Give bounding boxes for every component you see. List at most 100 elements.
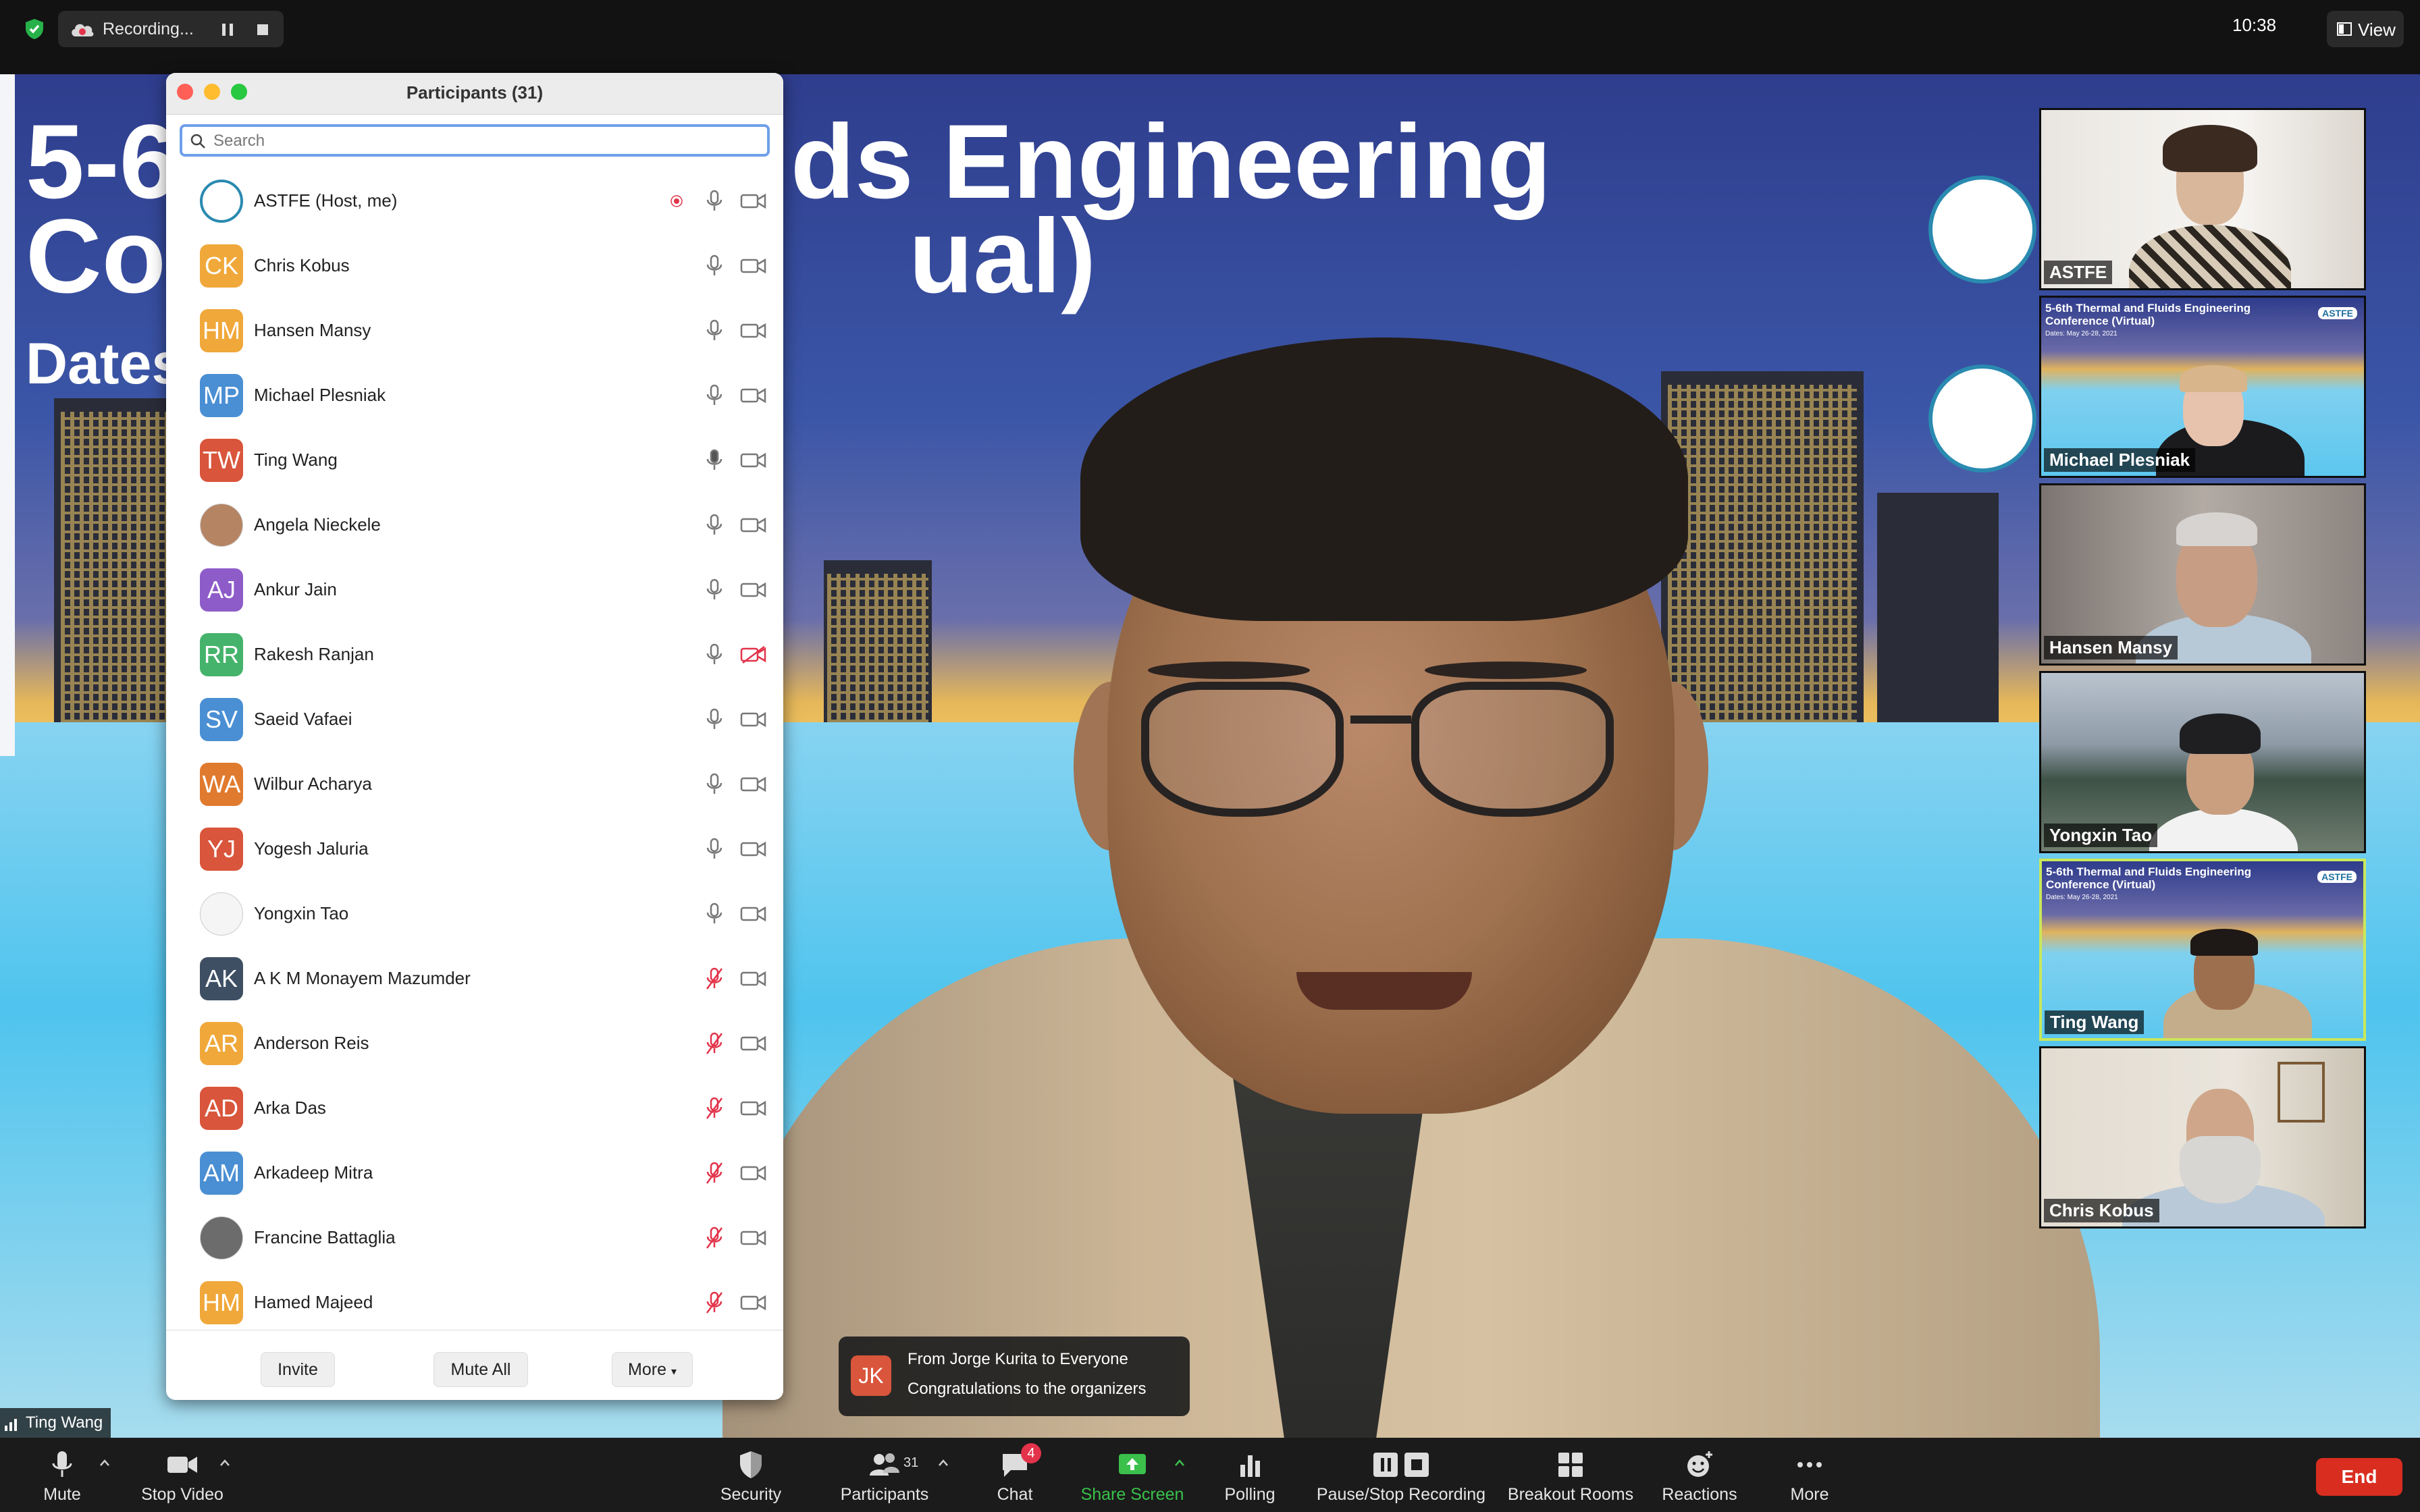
video-options-caret-icon[interactable] <box>219 1458 231 1467</box>
camera-icon[interactable] <box>740 192 767 211</box>
participant-row[interactable]: CK Chris Kobus <box>166 234 783 298</box>
microphone-icon[interactable] <box>704 383 725 408</box>
camera-icon[interactable] <box>740 1293 767 1312</box>
participant-row[interactable]: SV Saeid Vafaei <box>166 687 783 752</box>
participant-name: Hansen Mansy <box>254 320 371 340</box>
participant-row[interactable]: Yongxin Tao <box>166 882 783 946</box>
stop-recording-icon[interactable] <box>253 20 273 40</box>
polling-button[interactable]: Polling <box>1214 1438 1286 1512</box>
bar-chart-icon <box>1240 1455 1260 1477</box>
mic-muted-icon[interactable] <box>704 1096 725 1120</box>
security-button[interactable]: Security <box>709 1438 793 1512</box>
stop-video-button[interactable]: Stop Video <box>128 1438 236 1512</box>
participants-caret-icon[interactable] <box>937 1458 949 1467</box>
camera-icon[interactable] <box>740 386 767 405</box>
mute-all-button[interactable]: Mute All <box>433 1352 528 1387</box>
audio-options-caret-icon[interactable] <box>99 1458 111 1467</box>
camera-icon[interactable] <box>740 516 767 535</box>
tile-participant-name: Hansen Mansy <box>2044 636 2178 659</box>
participant-row[interactable]: HM Hamed Majeed <box>166 1270 783 1335</box>
microphone-icon[interactable] <box>704 707 725 732</box>
mute-button[interactable]: Mute <box>27 1438 97 1512</box>
participant-avatar: RR <box>200 633 243 676</box>
camera-icon[interactable] <box>740 1034 767 1053</box>
view-grid-icon <box>2337 22 2352 36</box>
pause-stop-recording-button[interactable]: Pause/Stop Recording <box>1310 1438 1492 1512</box>
participant-row[interactable]: AK A K M Monayem Mazumder <box>166 946 783 1011</box>
end-meeting-button[interactable]: End <box>2316 1458 2402 1496</box>
participant-row[interactable]: MP Michael Plesniak <box>166 363 783 428</box>
share-options-caret-icon[interactable] <box>1174 1458 1186 1467</box>
meeting-clock: 10:38 <box>2232 15 2277 35</box>
participants-search[interactable] <box>180 124 770 157</box>
camera-icon[interactable] <box>740 1164 767 1183</box>
mic-muted-icon[interactable] <box>704 1226 725 1250</box>
participant-row[interactable]: AR Anderson Reis <box>166 1011 783 1076</box>
speaker-brow <box>1148 662 1310 679</box>
microphone-icon[interactable] <box>704 578 725 602</box>
reactions-button[interactable]: Reactions <box>1654 1438 1745 1512</box>
camera-icon[interactable] <box>740 1228 767 1247</box>
participant-avatar <box>200 892 243 936</box>
camera-icon[interactable] <box>740 775 767 794</box>
camera-icon[interactable] <box>740 840 767 859</box>
video-tile[interactable]: Yongxin Tao <box>2039 671 2366 853</box>
view-button[interactable]: View <box>2327 11 2404 47</box>
mic-muted-icon[interactable] <box>704 1031 725 1056</box>
more-options-button[interactable]: More ▾ <box>612 1352 693 1387</box>
participant-row[interactable]: RR Rakesh Ranjan <box>166 622 783 687</box>
breakout-rooms-button[interactable]: Breakout Rooms <box>1503 1438 1638 1512</box>
participant-row[interactable]: Angela Nieckele <box>166 493 783 558</box>
participant-row[interactable]: AJ Ankur Jain <box>166 558 783 622</box>
camera-icon[interactable] <box>740 710 767 729</box>
participant-avatar: AK <box>200 957 243 1000</box>
camera-icon[interactable] <box>740 580 767 599</box>
participants-list: ASTFE (Host, me) CK Chris Kobus HM Hansen Ma… <box>166 169 783 1335</box>
participant-row[interactable]: TW Ting Wang <box>166 428 783 493</box>
camera-icon[interactable] <box>740 969 767 988</box>
microphone-icon[interactable] <box>704 189 725 213</box>
chat-notification[interactable]: JK From Jorge Kurita to Everyone Congrat… <box>839 1336 1190 1416</box>
participant-row[interactable]: YJ Yogesh Jaluria <box>166 817 783 882</box>
camera-icon[interactable] <box>740 1099 767 1118</box>
microphone-icon[interactable] <box>704 902 725 926</box>
more-button[interactable]: More <box>1776 1438 1843 1512</box>
participant-row[interactable]: AM Arkadeep Mitra <box>166 1141 783 1206</box>
pause-recording-icon[interactable] <box>217 20 238 40</box>
participant-row[interactable]: HM Hansen Mansy <box>166 298 783 363</box>
camera-icon[interactable] <box>740 321 767 340</box>
video-tile[interactable]: 5-6th Thermal and Fluids Engineering Con… <box>2039 859 2366 1041</box>
participant-row[interactable]: Francine Battaglia <box>166 1206 783 1270</box>
video-tile[interactable]: 5-6th Thermal and Fluids Engineering Con… <box>2039 296 2366 478</box>
microphone-icon[interactable] <box>704 448 725 473</box>
participants-button[interactable]: 31 Participants <box>824 1438 945 1512</box>
share-screen-button[interactable]: Share Screen <box>1074 1438 1191 1512</box>
video-tile[interactable]: Chris Kobus <box>2039 1046 2366 1228</box>
camera-icon[interactable] <box>740 256 767 275</box>
chat-button[interactable]: 4 Chat <box>979 1438 1051 1512</box>
security-label: Security <box>720 1485 782 1504</box>
participant-row[interactable]: ASTFE (Host, me) <box>166 169 783 234</box>
microphone-icon[interactable] <box>704 513 725 537</box>
participant-row[interactable]: AD Arka Das <box>166 1076 783 1141</box>
mute-label: Mute <box>43 1485 81 1504</box>
camera-icon[interactable] <box>740 905 767 923</box>
microphone-icon[interactable] <box>704 772 725 796</box>
microphone-icon[interactable] <box>704 254 725 278</box>
shield-icon <box>740 1451 762 1478</box>
microphone-icon[interactable] <box>704 837 725 861</box>
speaker-glasses <box>1141 682 1344 817</box>
video-tile[interactable]: ASTFE <box>2039 108 2366 290</box>
microphone-icon[interactable] <box>704 643 725 667</box>
invite-button[interactable]: Invite <box>261 1352 335 1387</box>
camera-off-icon[interactable] <box>740 645 767 664</box>
search-input[interactable] <box>213 130 754 153</box>
encryption-shield-icon[interactable] <box>23 18 46 40</box>
mic-muted-icon[interactable] <box>704 1161 725 1185</box>
mic-muted-icon[interactable] <box>704 967 725 991</box>
participant-row[interactable]: WA Wilbur Acharya <box>166 752 783 817</box>
video-tile[interactable]: Hansen Mansy <box>2039 483 2366 666</box>
camera-icon[interactable] <box>740 451 767 470</box>
microphone-icon[interactable] <box>704 319 725 343</box>
mic-muted-icon[interactable] <box>704 1291 725 1315</box>
